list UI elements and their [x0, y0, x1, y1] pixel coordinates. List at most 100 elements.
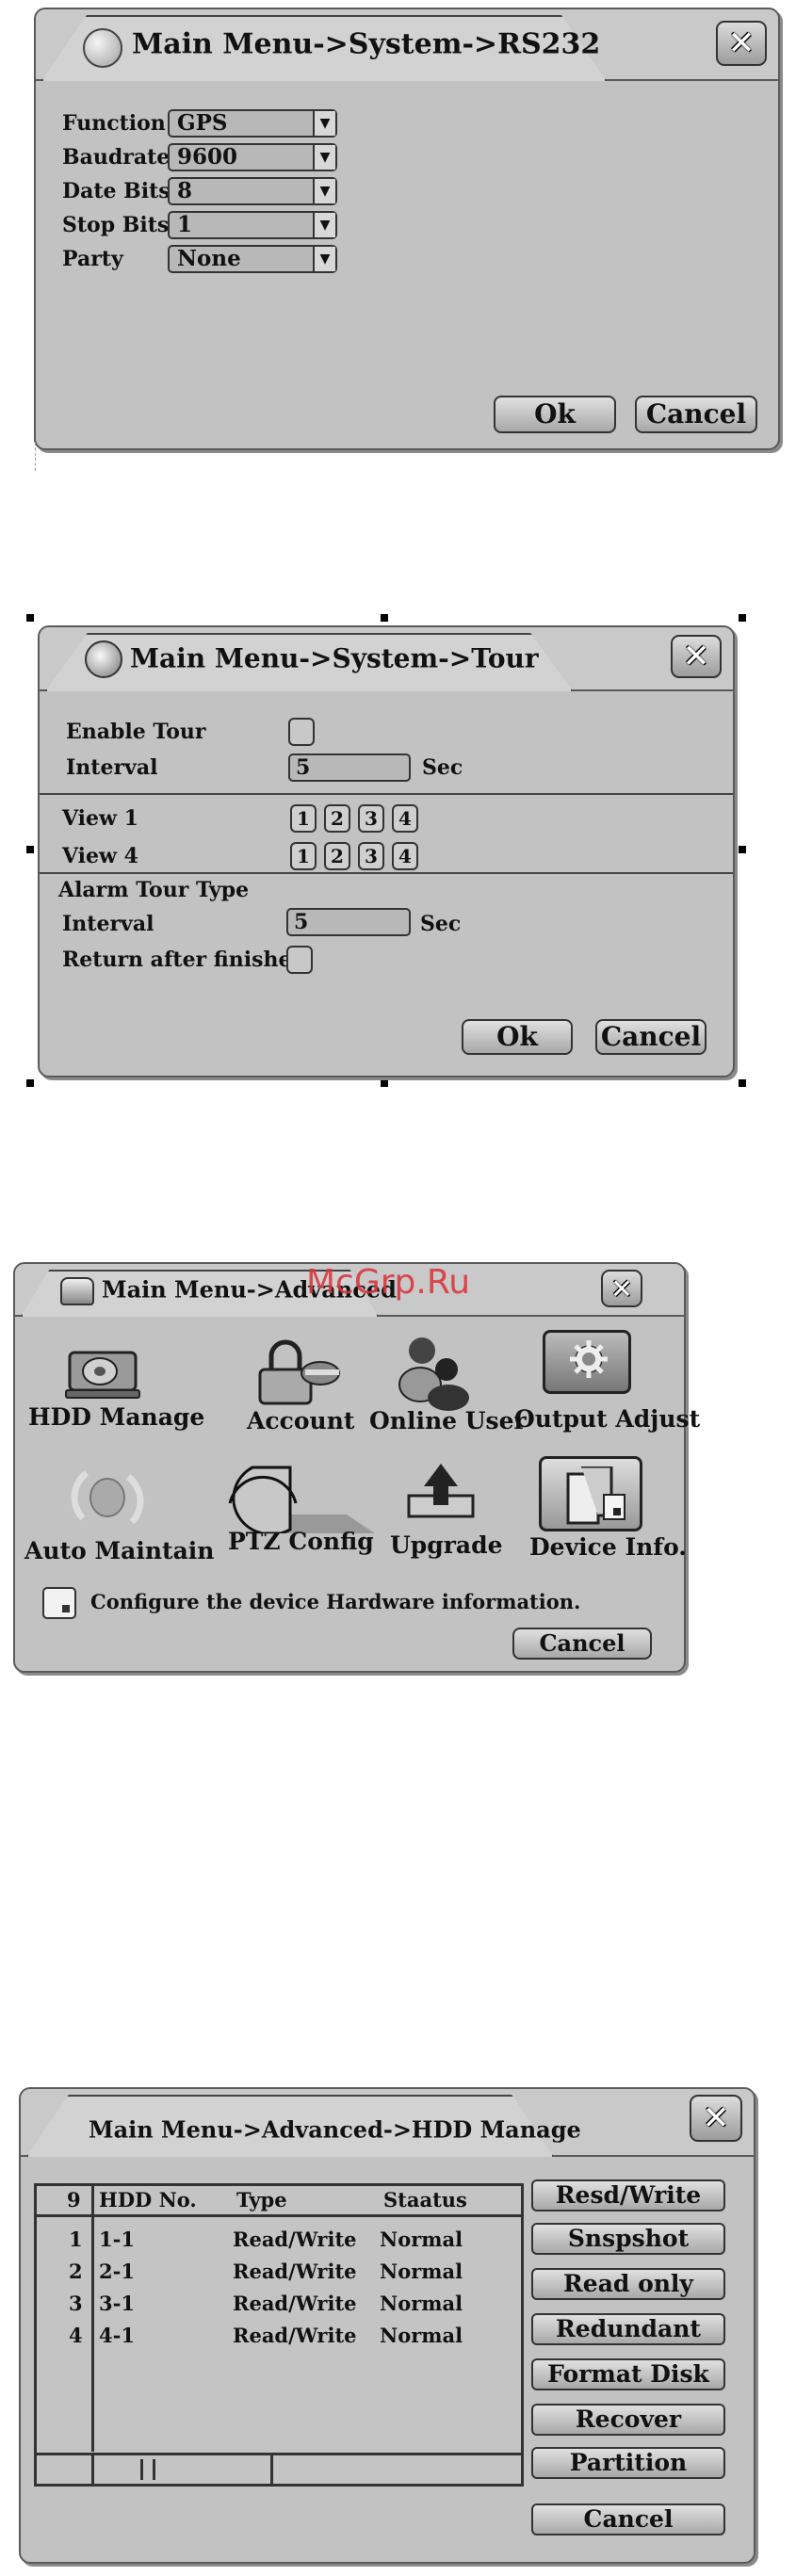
- row-hdd-no: 4-1: [99, 2324, 135, 2347]
- column-header-type: Type: [236, 2188, 287, 2211]
- row-index: 3: [69, 2292, 83, 2315]
- upgrade-label: Upgrade: [390, 1531, 503, 1559]
- column-header-status: Staatus: [383, 2188, 467, 2211]
- ptz-config-label: PTZ Config: [228, 1528, 374, 1555]
- enable-tour-label: Enable Tour: [66, 720, 206, 744]
- view1-channel-2[interactable]: 2: [324, 804, 350, 833]
- chevron-down-icon[interactable]: ▼: [313, 111, 335, 136]
- party-value: None: [177, 246, 241, 271]
- device-info-label: Device Info.: [529, 1533, 688, 1561]
- date-bits-select[interactable]: 8 ▼: [168, 177, 337, 205]
- view1-channel-3[interactable]: 3: [358, 804, 384, 833]
- row-index: 4: [69, 2324, 83, 2347]
- row-status: Normal: [380, 2260, 463, 2283]
- hdd-footer-divider: [270, 2455, 273, 2484]
- output-adjust-icon: [570, 1340, 608, 1378]
- party-label: Party: [62, 247, 123, 271]
- tour-page-title: Main Menu->System->Tour: [130, 642, 539, 674]
- hdd-icon: [65, 1351, 140, 1399]
- interval-input[interactable]: 5: [288, 753, 411, 782]
- device-info-icon-frame: [539, 1456, 642, 1531]
- close-icon: ✕: [727, 24, 755, 62]
- tour-divider: [40, 793, 733, 795]
- hdd-page-title: Main Menu->Advanced->HDD Manage: [89, 2115, 581, 2144]
- row-type: Read/Write: [233, 2228, 357, 2251]
- chevron-down-icon[interactable]: ▼: [313, 247, 335, 271]
- online-user-icon: [398, 1337, 469, 1411]
- device-info-small-icon: [42, 1587, 76, 1619]
- alarm-interval-label: Interval: [62, 912, 154, 936]
- selection-handle: [739, 846, 746, 853]
- tour-title-icon: [85, 640, 122, 678]
- rs232-window: Main Menu->System->RS232 ✕ Function GPS …: [34, 8, 780, 450]
- row-hdd-no: 2-1: [99, 2260, 135, 2283]
- tour-cancel-button[interactable]: Cancel: [595, 1019, 707, 1055]
- chevron-down-icon[interactable]: ▼: [313, 145, 335, 170]
- baudrate-value: 9600: [177, 144, 238, 170]
- recover-button[interactable]: Recover: [531, 2404, 725, 2436]
- enable-tour-checkbox[interactable]: [288, 718, 315, 746]
- device-info-icon: [566, 1466, 625, 1525]
- row-hdd-no: 3-1: [99, 2292, 135, 2315]
- column-header-hdd-no: HDD No.: [99, 2188, 197, 2211]
- party-select[interactable]: None ▼: [168, 245, 337, 273]
- guide-line: [35, 443, 36, 471]
- redundant-button[interactable]: Redundant: [531, 2313, 725, 2345]
- rs232-ok-button[interactable]: Ok: [494, 396, 616, 433]
- selection-handle: [381, 614, 388, 622]
- hdd-close-button[interactable]: ✕: [690, 2095, 742, 2142]
- return-after-finished-label: Return after finished: [62, 948, 306, 972]
- advanced-close-button[interactable]: ✕: [601, 1270, 642, 1307]
- hdd-cancel-button[interactable]: Cancel: [531, 2503, 725, 2535]
- account-icon: [258, 1339, 340, 1405]
- advanced-title-icon: [60, 1277, 94, 1305]
- read-only-button[interactable]: Read only: [531, 2268, 725, 2300]
- chevron-down-icon[interactable]: ▼: [313, 213, 335, 237]
- view4-channel-4[interactable]: 4: [392, 842, 418, 870]
- view1-label: View 1: [62, 806, 138, 831]
- tour-close-button[interactable]: ✕: [671, 635, 722, 678]
- rs232-close-button[interactable]: ✕: [716, 21, 767, 66]
- view4-channel-3[interactable]: 3: [358, 842, 384, 870]
- function-select[interactable]: GPS ▼: [168, 109, 337, 138]
- tour-titlebar: Main Menu->System->Tour ✕: [40, 627, 733, 691]
- stop-bits-select[interactable]: 1 ▼: [168, 211, 337, 239]
- hdd-table: 9 HDD No. Type Staatus 1 1-1 Read/Write …: [34, 2183, 524, 2487]
- selection-handle: [26, 846, 34, 853]
- scroll-thumb[interactable]: [140, 2459, 155, 2480]
- online-user-label: Online User: [369, 1407, 527, 1434]
- row-type: Read/Write: [233, 2260, 357, 2283]
- format-disk-button[interactable]: Format Disk: [531, 2358, 725, 2390]
- advanced-cancel-button[interactable]: Cancel: [512, 1628, 652, 1660]
- function-label: Function: [62, 111, 166, 136]
- date-bits-label: Date Bits: [62, 179, 171, 203]
- view4-channel-2[interactable]: 2: [324, 842, 350, 870]
- interval-label: Interval: [66, 755, 158, 780]
- close-icon: ✕: [702, 2099, 730, 2137]
- read-write-button[interactable]: Resd/Write: [531, 2179, 725, 2211]
- alarm-interval-input[interactable]: 5: [286, 908, 411, 936]
- selection-handle: [381, 1079, 388, 1087]
- view1-channel-1[interactable]: 1: [290, 804, 317, 833]
- hdd-manage-label: HDD Manage: [28, 1403, 205, 1431]
- return-after-finished-checkbox[interactable]: [286, 946, 313, 974]
- row-status: Normal: [380, 2292, 463, 2315]
- row-hdd-no: 1-1: [99, 2228, 135, 2251]
- rs232-titlebar: Main Menu->System->RS232 ✕: [36, 9, 778, 81]
- row-index: 1: [69, 2228, 83, 2251]
- view1-channel-4[interactable]: 4: [392, 804, 418, 833]
- rs232-cancel-button[interactable]: Cancel: [635, 396, 757, 433]
- view4-label: View 4: [62, 844, 138, 868]
- chevron-down-icon[interactable]: ▼: [313, 179, 335, 203]
- partition-button[interactable]: Partition: [531, 2447, 725, 2479]
- row-type: Read/Write: [233, 2324, 357, 2347]
- snapshot-button[interactable]: Snspshot: [531, 2223, 725, 2255]
- view4-channel-1[interactable]: 1: [290, 842, 317, 870]
- rs232-page-title: Main Menu->System->RS232: [132, 27, 601, 61]
- tour-ok-button[interactable]: Ok: [462, 1019, 573, 1055]
- selection-handle: [26, 614, 34, 622]
- upgrade-icon: [407, 1464, 475, 1518]
- baudrate-select[interactable]: 9600 ▼: [168, 143, 337, 171]
- advanced-window: Main Menu->Advanced ✕ HDD Manage Account: [13, 1262, 700, 1673]
- tour-divider: [40, 872, 733, 874]
